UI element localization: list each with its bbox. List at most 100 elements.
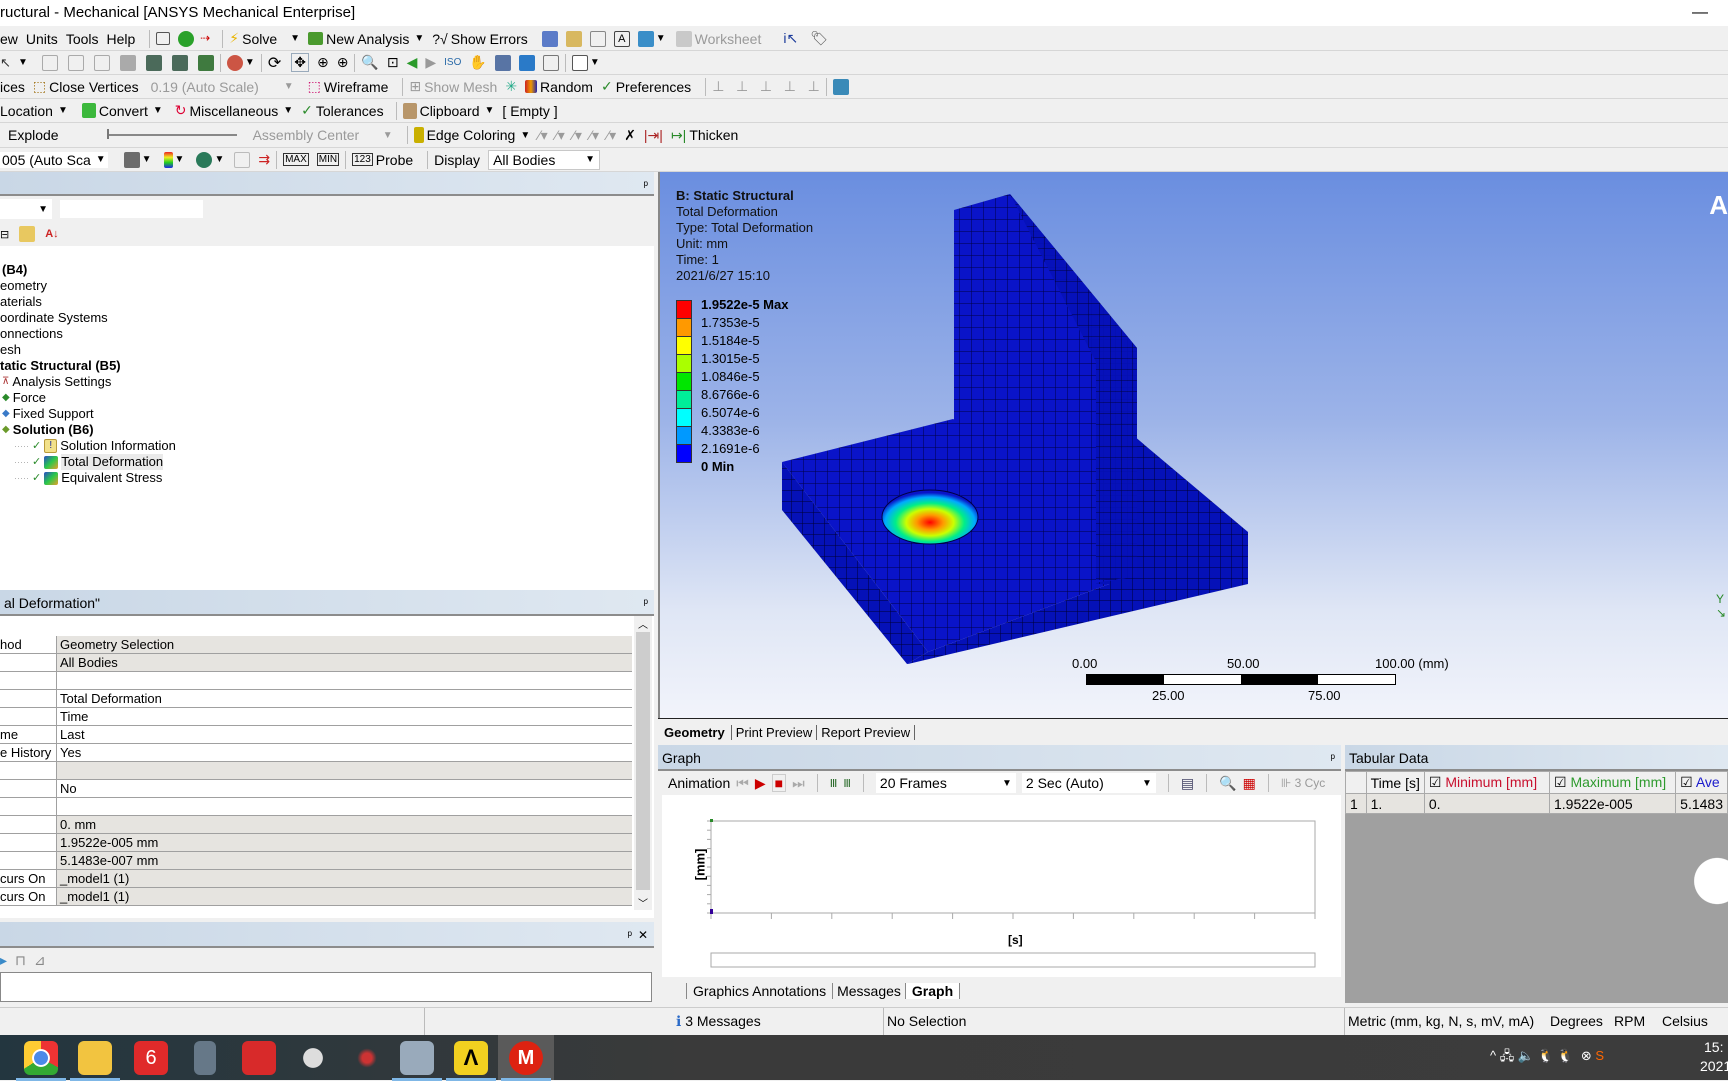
zoom-in-icon[interactable]: ⊕ <box>337 54 349 71</box>
snipping-tool-icon[interactable] <box>350 1041 384 1075</box>
tree-item-solution-information[interactable]: ····· ✓! Solution Information <box>0 438 654 454</box>
select-edge-icon[interactable] <box>67 54 84 71</box>
convert-button[interactable]: Convert ▼ <box>81 103 163 119</box>
show-errors-button[interactable]: ?√ Show Errors <box>432 31 528 47</box>
new-analysis-button[interactable]: New Analysis ▼ <box>308 31 424 47</box>
column-checkbox[interactable]: ☑ <box>1429 774 1445 790</box>
edges-icon[interactable] <box>196 151 213 168</box>
details-value[interactable] <box>57 798 632 815</box>
tree-item-materials[interactable]: aterials <box>0 294 654 310</box>
tree-item-analysis-settings[interactable]: ⊼ Analysis Settings <box>0 374 654 390</box>
pin-icon[interactable]: ᵖ <box>643 172 648 198</box>
legend-icon[interactable] <box>518 54 535 71</box>
column-header[interactable]: ☑ Maximum [mm] <box>1548 771 1677 794</box>
temperature-unit[interactable]: Celsius <box>1662 1013 1708 1029</box>
wireframe-button[interactable]: ⬚ Wireframe <box>308 78 389 95</box>
tree-item-coordinate-systems[interactable]: oordinate Systems <box>0 310 654 326</box>
preferences-button[interactable]: ✓ Preferences <box>601 78 691 95</box>
select-body-icon[interactable] <box>119 54 136 71</box>
details-row[interactable]: 1.9522e-005 mm <box>0 834 632 852</box>
details-value[interactable]: _model1 (1) <box>57 888 632 905</box>
vector-icon[interactable] <box>234 151 251 168</box>
min-icon[interactable]: MIN <box>316 153 340 166</box>
details-value[interactable] <box>57 618 632 636</box>
tree-item-connections[interactable]: onnections <box>0 326 654 342</box>
tree-item-static-structural[interactable]: tatic Structural (B5) <box>0 358 654 374</box>
table-row[interactable]: 1 1. 0. 1.9522e-005 5.1483 <box>1345 793 1728 814</box>
info-cursor-icon[interactable]: i↖ <box>783 30 798 47</box>
display-dropdown[interactable]: All Bodies ▼ <box>488 149 601 170</box>
frames-dropdown[interactable]: 20 Frames ▼ <box>875 773 1016 793</box>
menu-view[interactable]: ew <box>0 31 18 47</box>
tree-item-solution[interactable]: ◆ Solution (B6) <box>0 422 654 438</box>
viewport-icon[interactable] <box>571 54 588 71</box>
prev-frame-icon[interactable]: ⏮ <box>736 775 749 792</box>
zoom-box-icon[interactable]: 🔍 <box>361 54 378 71</box>
edge-display-icons[interactable]: ⁄▾ ⁄▾ ⁄▾ ⁄▾ ⁄▾ <box>538 127 616 144</box>
select-cursor-icon[interactable]: ↖ <box>0 55 16 71</box>
pin-icon[interactable]: ᵖ <box>1330 745 1335 771</box>
details-row[interactable] <box>0 672 632 690</box>
details-scrollbar[interactable]: ︿ ﹀ <box>634 616 652 910</box>
details-value[interactable]: No <box>57 780 632 797</box>
set-view-icon[interactable]: ✋ <box>469 54 486 71</box>
column-header[interactable]: ☑ Ave <box>1675 771 1728 794</box>
filter-dropdown[interactable]: ▼ <box>0 199 52 219</box>
contour-icon[interactable] <box>163 151 173 168</box>
close-vertices-button[interactable]: ⬚ Close Vertices <box>33 78 139 95</box>
thicken-button[interactable]: ↦| Thicken <box>671 127 738 144</box>
tray-icons[interactable]: ^ 🖧 🔈 🐧 🐧 ⊗ S <box>1490 1047 1604 1069</box>
ruler-icon[interactable] <box>542 54 559 71</box>
column-header[interactable]: Time [s] <box>1365 771 1425 794</box>
rotate-icon[interactable]: ⟳ <box>268 53 281 73</box>
details-row[interactable]: curs On _model1 (1) <box>0 888 632 906</box>
tab-print-preview[interactable]: Print Preview <box>730 725 817 740</box>
zoom-graph-icon[interactable]: 🔍 <box>1219 775 1236 792</box>
details-value[interactable]: 0. mm <box>57 816 632 833</box>
image-icon[interactable] <box>589 30 606 47</box>
details-row[interactable]: Time <box>0 708 632 726</box>
worksheet-button[interactable]: Worksheet <box>675 30 761 47</box>
tree-item-equivalent-stress[interactable]: ····· ✓ Equivalent Stress <box>0 470 654 486</box>
pan-icon[interactable]: ✥ <box>291 53 309 72</box>
column-checkbox[interactable]: ☑ <box>1554 774 1570 790</box>
details-value[interactable]: All Bodies <box>57 654 632 671</box>
graph-area[interactable]: [mm] [s] <box>662 795 1341 977</box>
menu-help[interactable]: Help <box>107 31 136 47</box>
column-checkbox[interactable]: ☑ <box>1680 774 1696 790</box>
assembly-center-dropdown[interactable]: Assembly Center ▼ <box>253 127 393 143</box>
probe-button[interactable]: 123 Probe <box>352 152 413 168</box>
select-vertex-icon[interactable] <box>41 54 58 71</box>
thick-icon[interactable]: |⇥| <box>644 127 663 144</box>
details-value[interactable] <box>57 672 632 689</box>
tree-item-model[interactable]: (B4) <box>0 262 654 278</box>
details-value[interactable]: Total Deformation <box>57 690 632 707</box>
zoom-to-fit-icon[interactable]: ⊡ <box>387 54 399 71</box>
solve-button[interactable]: ⚡ Solve ▼ <box>229 30 300 47</box>
netease-music-icon[interactable]: 6 <box>134 1041 168 1075</box>
details-row[interactable]: All Bodies <box>0 654 632 672</box>
edge-coloring-button[interactable]: Edge Coloring ▼ <box>413 127 530 143</box>
details-row[interactable]: me Last <box>0 726 632 744</box>
clock-date[interactable]: 2021/ <box>1700 1058 1728 1074</box>
file-explorer-icon[interactable] <box>70 1041 120 1081</box>
clipboard-button[interactable]: Clipboard ▼ <box>402 102 494 119</box>
details-row[interactable]: 5.1483e-007 mm <box>0 852 632 870</box>
location-button[interactable]: Location ▼ <box>0 103 68 119</box>
grid-icon[interactable]: ▦ <box>1243 775 1256 792</box>
tab-messages[interactable]: Messages <box>832 983 905 999</box>
extend-selection-icon[interactable] <box>226 54 243 71</box>
details-value[interactable] <box>57 762 632 779</box>
ansys-icon[interactable]: Λ <box>446 1041 496 1081</box>
result-sets-icon[interactable]: Ⅲ <box>843 777 851 790</box>
tree-item-force[interactable]: ◆ Force <box>0 390 654 406</box>
iso-view-icon[interactable]: ISO <box>444 57 461 68</box>
filter-input[interactable] <box>60 200 203 218</box>
geometry-display-icon[interactable] <box>123 151 140 168</box>
comment-icon[interactable] <box>541 30 558 47</box>
details-value[interactable]: 5.1483e-007 mm <box>57 852 632 869</box>
tool-icon[interactable]: ⊓ <box>15 952 26 969</box>
display-icon[interactable] <box>494 54 511 71</box>
arrow-icon[interactable]: ▸ <box>0 952 7 969</box>
scroll-thumb[interactable] <box>636 632 650 890</box>
